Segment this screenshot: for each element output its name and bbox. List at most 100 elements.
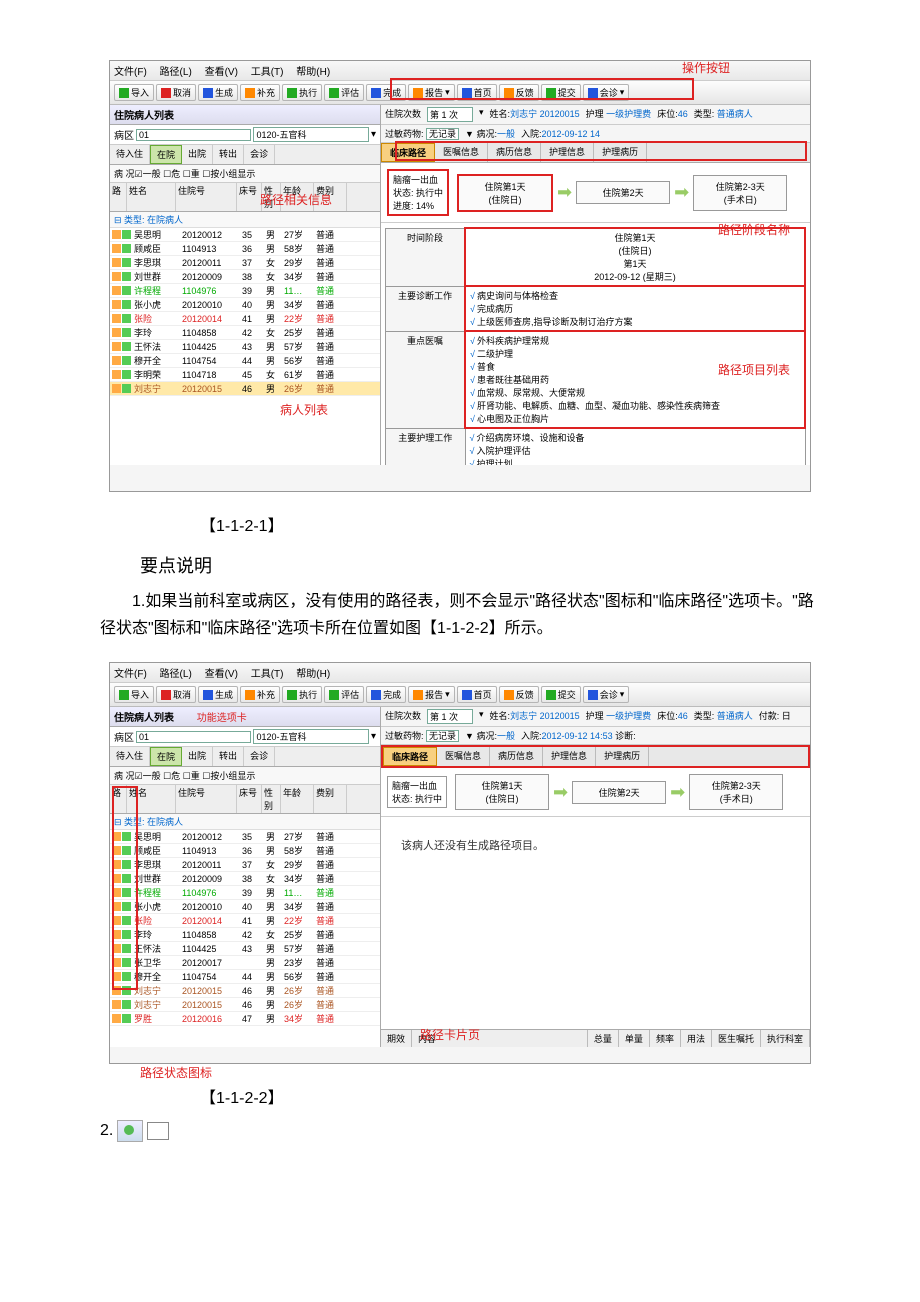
toolbar: 导入 取消 生成 补充 执行 评估 完成 报告▾ 首页 反馈 提交 会诊▾: [110, 81, 810, 105]
tab-transfer[interactable]: 转出: [213, 145, 244, 164]
empty-message: 该病人还没有生成路径项目。: [381, 817, 810, 873]
patient-row[interactable]: 吴思明2012001235男27岁普通: [110, 228, 380, 242]
left-panel: 住院病人列表 病区 01 0120-五官科▾ 待入住 在院 出院 转出 会诊 病…: [110, 105, 381, 465]
tab-records[interactable]: 病历信息: [488, 143, 541, 162]
tab-nurse-rec[interactable]: 护理病历: [594, 143, 647, 162]
section-header: 要点说明: [140, 552, 860, 578]
btn-home[interactable]: 首页: [457, 84, 497, 101]
list-item-2: 2.: [100, 1120, 820, 1142]
patient-row[interactable]: 刘志宁2012001546男26岁普通: [110, 382, 380, 396]
execute-icon: [287, 88, 297, 98]
path-status-icon: [117, 1120, 143, 1142]
tab-orders[interactable]: 医嘱信息: [435, 143, 488, 162]
filter-row: 病 况☑一般 ☐危 ☐重 ☐按小组显示: [110, 165, 380, 183]
patient-row[interactable]: 穆开全110475444男56岁普通: [110, 354, 380, 368]
patient-row[interactable]: 刘志宁2012001546男26岁普通: [110, 984, 380, 998]
tab-consult[interactable]: 会诊: [244, 145, 275, 164]
patient-row[interactable]: 顾咸臣110491336男58岁普通: [110, 242, 380, 256]
menubar: 文件(F) 路径(L) 查看(V) 工具(T) 帮助(H): [110, 61, 810, 81]
arrow-icon: ➡: [674, 182, 689, 203]
menubar: 文件(F) 路径(L) 查看(V) 工具(T) 帮助(H): [110, 663, 810, 683]
btn-cancel[interactable]: 取消: [156, 84, 196, 101]
patient-row[interactable]: 吴思明2012001235男27岁普通: [110, 830, 380, 844]
stage-2[interactable]: 住院第2天: [576, 181, 670, 204]
info-bar-2: 过敏药物: 无记录 ▼ 病况:一般 入院:2012-09-12 14: [381, 125, 810, 143]
patient-row[interactable]: 刘世群2012000938女34岁普通: [110, 270, 380, 284]
patient-list: 吴思明2012001235男27岁普通顾咸臣110491336男58岁普通李思琪…: [110, 228, 380, 465]
patient-row[interactable]: 许程程110497639男11…普通: [110, 886, 380, 900]
btn-import[interactable]: 导入: [114, 84, 154, 101]
patient-row[interactable]: 张卫华20120017男23岁普通: [110, 956, 380, 970]
tab-clinical-path[interactable]: 临床路径: [381, 143, 435, 162]
path-status: 脑瘤一出血状态: 执行中进度: 14%: [387, 169, 449, 216]
tab-discharge[interactable]: 出院: [182, 145, 213, 164]
btn-consult[interactable]: 会诊▾: [583, 84, 630, 101]
menu-tools[interactable]: 工具(T): [251, 67, 284, 78]
feedback-icon: [504, 88, 514, 98]
detail-area: 时间阶段住院第1天(住院日)第1天2012-09-12 (星期三) 主要诊断工作…: [381, 223, 810, 465]
right-panel: 住院次数第 1 次▾ 姓名:刘志宁 20120015 护理 一级护理费 床位:4…: [381, 105, 810, 465]
patient-row[interactable]: 罗胜2012001647男34岁普通: [110, 1012, 380, 1026]
import-icon: [119, 88, 129, 98]
patient-row[interactable]: 许程程110497639男11…普通: [110, 284, 380, 298]
generate-icon: [203, 88, 213, 98]
btn-generate[interactable]: 生成: [198, 84, 238, 101]
complete-icon: [371, 88, 381, 98]
supplement-icon: [245, 88, 255, 98]
figure-label-1: 【1-1-2-1】: [200, 512, 860, 536]
btn-submit[interactable]: 提交: [541, 84, 581, 101]
consult-icon: [588, 88, 598, 98]
patient-row[interactable]: 李明荣110471845女61岁普通: [110, 368, 380, 382]
btn-supplement[interactable]: 补充: [240, 84, 280, 101]
stage-3[interactable]: 住院第2-3天(手术日): [693, 175, 787, 211]
patient-row[interactable]: 穆开全110475444男56岁普通: [110, 970, 380, 984]
patient-col-headers: 路姓名住院号床号性别年龄费别: [110, 183, 380, 212]
evaluate-icon: [329, 88, 339, 98]
btn-execute[interactable]: 执行: [282, 84, 322, 101]
submit-icon: [546, 88, 556, 98]
screenshot-1: 文件(F) 路径(L) 查看(V) 工具(T) 帮助(H) 导入 取消 生成 补…: [109, 60, 811, 492]
patient-row[interactable]: 李玲110485842女25岁普通: [110, 928, 380, 942]
patient-row[interactable]: 顾咸臣110491336男58岁普通: [110, 844, 380, 858]
patient-row[interactable]: 王怀法110442543男57岁普通: [110, 942, 380, 956]
menu-path[interactable]: 路径(L): [160, 67, 192, 78]
patient-row[interactable]: 张险2012001441男22岁普通: [110, 312, 380, 326]
ward-code[interactable]: 01: [136, 129, 251, 141]
patient-row[interactable]: 张小虎2012001040男34岁普通: [110, 298, 380, 312]
info-bar: 住院次数第 1 次▾ 姓名:刘志宁 20120015 护理 一级护理费 床位:4…: [381, 105, 810, 125]
patient-list-header: 住院病人列表: [110, 105, 380, 125]
btn-feedback[interactable]: 反馈: [499, 84, 539, 101]
patient-row[interactable]: 刘世群2012000938女34岁普通: [110, 872, 380, 886]
tab-pending[interactable]: 待入住: [110, 145, 150, 164]
home-icon: [462, 88, 472, 98]
patient-row[interactable]: 李玲110485842女25岁普通: [110, 326, 380, 340]
tree-header: ⊟ 类型: 在院病人: [110, 212, 380, 228]
btn-evaluate[interactable]: 评估: [324, 84, 364, 101]
patient-row[interactable]: 王怀法110442543男57岁普通: [110, 340, 380, 354]
bottom-columns: 期效内容总量单量频率用法医生嘱托执行科室: [381, 1029, 810, 1047]
btn-complete[interactable]: 完成: [366, 84, 406, 101]
ward-name[interactable]: 0120-五官科: [253, 127, 368, 142]
tab-inhosp[interactable]: 在院: [150, 145, 182, 164]
patient-row[interactable]: 张险2012001441男22岁普通: [110, 914, 380, 928]
tab-nursing[interactable]: 护理信息: [541, 143, 594, 162]
body-paragraph: 1.如果当前科室或病区，没有使用的路径表，则不会显示"路径状态"图标和"临床路径…: [100, 588, 820, 642]
arrow-icon: ➡: [557, 182, 572, 203]
patient-row[interactable]: 李思琪2012001137女29岁普通: [110, 858, 380, 872]
menu-file[interactable]: 文件(F): [114, 67, 147, 78]
btn-report[interactable]: 报告▾: [408, 84, 455, 101]
report-icon: [413, 88, 423, 98]
checkbox-icon: [147, 1122, 169, 1140]
menu-help[interactable]: 帮助(H): [296, 67, 330, 78]
figure-label-2: 【1-1-2-2】: [200, 1084, 860, 1108]
screenshot-2: 文件(F) 路径(L) 查看(V) 工具(T) 帮助(H) 导入 取消 生成 补…: [109, 662, 811, 1064]
menu-view[interactable]: 查看(V): [205, 67, 238, 78]
patient-row[interactable]: 李思琪2012001137女29岁普通: [110, 256, 380, 270]
patient-row[interactable]: 张小虎2012001040男34岁普通: [110, 900, 380, 914]
sub-tabs: 临床路径 医嘱信息 病历信息 护理信息 护理病历: [381, 143, 810, 163]
ward-label: 病区: [114, 127, 134, 142]
stage-row: 脑瘤一出血状态: 执行中进度: 14% 住院第1天(住院日) ➡ 住院第2天 ➡…: [381, 163, 810, 223]
patient-row[interactable]: 刘志宁2012001546男26岁普通: [110, 998, 380, 1012]
stage-1[interactable]: 住院第1天(住院日): [457, 174, 553, 212]
annot-statusico: 路径状态图标: [140, 1064, 212, 1081]
